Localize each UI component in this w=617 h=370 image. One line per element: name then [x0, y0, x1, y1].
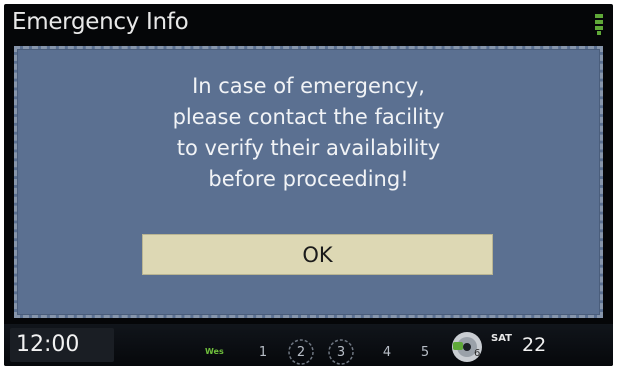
preset-label: 3	[336, 344, 346, 360]
status-bar: 12:00 Wes 1 2 3 4 5 6 SAT 22	[4, 324, 613, 366]
preset-4[interactable]: 4	[370, 337, 404, 366]
title-bar: Emergency Info	[4, 4, 613, 44]
clock: 12:00	[16, 332, 80, 357]
preset-label: 5	[420, 344, 430, 360]
band-label: SAT	[491, 333, 512, 344]
preset-label: 1	[258, 344, 268, 360]
clock-box: 12:00	[10, 328, 114, 362]
preset-3[interactable]: 3	[324, 337, 358, 366]
preset-2[interactable]: 2	[284, 337, 318, 366]
display-screen: Emergency Info In case of emergency, ple…	[4, 4, 613, 366]
ok-button[interactable]: OK	[142, 234, 493, 275]
preset-label: 4	[382, 344, 392, 360]
preset-label: 2	[296, 344, 306, 360]
svg-text:6: 6	[474, 348, 480, 359]
disc-icon: 6	[452, 332, 482, 362]
dialog-message: In case of emergency, please contact the…	[172, 74, 445, 191]
source-label: Wes	[205, 347, 224, 356]
channel-number: 22	[522, 334, 547, 356]
antenna-signal-icon	[595, 14, 603, 35]
page-title: Emergency Info	[12, 9, 189, 35]
preset-5[interactable]: 5	[408, 337, 442, 366]
emergency-dialog: In case of emergency, please contact the…	[14, 46, 603, 318]
preset-1[interactable]: 1	[246, 337, 280, 366]
